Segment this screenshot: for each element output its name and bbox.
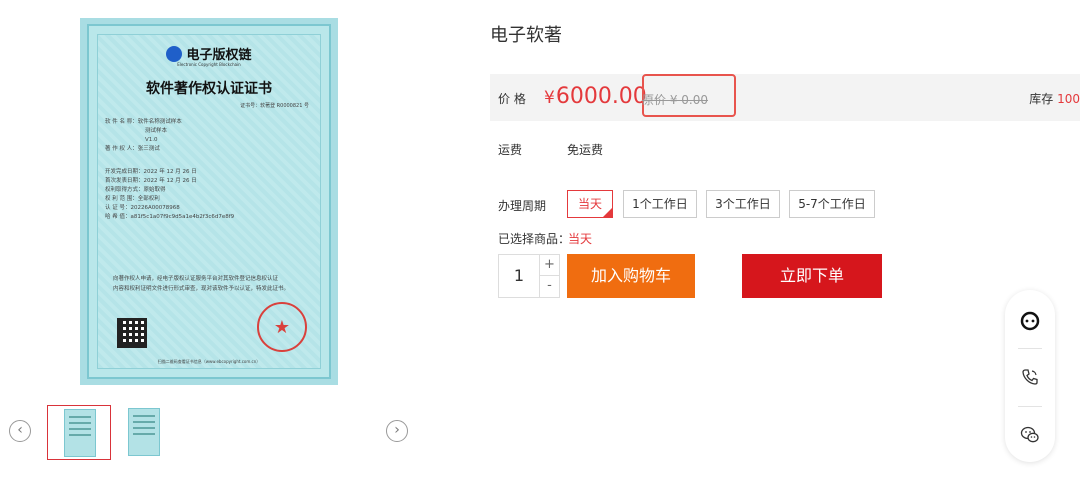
divider: [1018, 348, 1042, 349]
service-panel: [1005, 290, 1055, 462]
cycle-option-same-day[interactable]: 当天: [567, 190, 613, 218]
original-price: 原价 ¥ 0.00: [642, 93, 708, 107]
certificate-line: 软 件 名 称：软件名称测试样本: [105, 119, 182, 125]
certificate-line: 开发完成日期：2022 年 12 月 26 日: [105, 169, 197, 175]
product-title: 电子软著: [490, 25, 562, 46]
seal-stamp-icon: ★: [257, 302, 307, 352]
certificate-line: 权利取得方式：原始取得: [105, 187, 166, 193]
chevron-left-icon: ‹: [17, 422, 23, 438]
wechat-icon: [1020, 426, 1039, 443]
certificate-brand-text: 电子版权链: [186, 48, 252, 63]
certificate-body: 软 件 名 称：软件名称测试样本 测试样本 V1.0 著 作 权 人：张三测试 …: [105, 118, 313, 222]
cycle-label: 办理周期: [498, 199, 547, 213]
selected-value: 当天: [568, 232, 593, 246]
certificate-line: V1.0: [145, 137, 158, 143]
divider: [1018, 406, 1042, 407]
brand-logo-icon: [166, 46, 183, 62]
certificate-number: 证书号：软著登 R0000821 号: [240, 103, 309, 109]
chat-button[interactable]: [1005, 296, 1055, 346]
stock-value: 100: [1057, 92, 1080, 106]
add-to-cart-button[interactable]: 加入购物车: [567, 254, 695, 298]
price-bar: 价 格 ¥6000.00 原价 ¥ 0.00 库存 100: [490, 74, 1080, 121]
quantity-increase-button[interactable]: +: [539, 255, 559, 276]
certificate-bottom-note: 扫描二维码查看证书信息（www.ebcopyright.com.cn）: [157, 359, 261, 364]
certificate-line: 首次发表日期：2022 年 12 月 26 日: [105, 178, 197, 184]
certificate-line: 测试样本: [145, 128, 168, 134]
chat-bubble-icon: [1020, 311, 1040, 331]
certificate-line: 认 证 号：20226A00078968: [105, 205, 180, 211]
cycle-option-3-days[interactable]: 3个工作日: [706, 190, 780, 218]
certificate-brand: 电子版权链: [89, 44, 329, 63]
thumbnail-1[interactable]: [47, 405, 111, 460]
certificate-line: 哈 希 值：a81f5c1a07f9c9d5a1e4b2f3c6d7e8f9: [105, 214, 235, 220]
price-value: ¥6000.00: [544, 84, 647, 109]
gallery-prev-button[interactable]: ‹: [9, 420, 31, 442]
certificate-title: 软件著作权认证证书: [146, 81, 272, 97]
certificate-footer: 向著作权人申请，经电子版权认证服务平台对其软件登记信息权认证 内容和权利证明文件…: [113, 274, 313, 294]
shipping-label: 运费: [498, 143, 523, 157]
stock-label: 库存: [1029, 92, 1054, 106]
wechat-button[interactable]: [1005, 410, 1055, 460]
phone-icon: [1022, 369, 1038, 385]
certificate-footer-line: 向著作权人申请，经电子版权认证服务平台对其软件登记信息权认证: [113, 276, 279, 282]
selected-label: 已选择商品：: [498, 232, 571, 246]
price-amount: 6000.00: [555, 84, 647, 109]
certificate-line: 权 利 范 围：全部权利: [105, 196, 160, 202]
main-product-image: 电子版权链 Electronic Copyright Blockchain 软件…: [80, 18, 338, 385]
certificate-footer-line: 内容和权利证明文件进行形式审查，现对该软件予以认证，特发此证书。: [113, 286, 290, 292]
quantity-input[interactable]: 1: [499, 255, 539, 297]
quantity-stepper: 1 + -: [498, 254, 560, 298]
certificate-line: 著 作 权 人：张三测试: [105, 146, 160, 152]
thumbnail-image: [64, 409, 96, 457]
chevron-right-icon: ›: [394, 422, 400, 438]
currency-symbol: ¥: [544, 88, 555, 108]
qr-code-icon: [117, 318, 147, 348]
price-label: 价 格: [498, 92, 526, 106]
cycle-option-1-day[interactable]: 1个工作日: [623, 190, 697, 218]
thumbnail-2[interactable]: [112, 405, 176, 460]
quantity-decrease-button[interactable]: -: [539, 276, 559, 297]
product-page: 电子版权链 Electronic Copyright Blockchain 软件…: [0, 0, 1080, 488]
certificate-image: 电子版权链 Electronic Copyright Blockchain 软件…: [87, 24, 331, 379]
thumbnail-image: [128, 408, 160, 456]
cycle-option-5-7-days[interactable]: 5-7个工作日: [789, 190, 875, 218]
phone-button[interactable]: [1005, 352, 1055, 402]
buy-now-button[interactable]: 立即下单: [742, 254, 882, 298]
shipping-value: 免运费: [567, 143, 604, 157]
stock-info: 库存 100: [1029, 90, 1080, 107]
certificate-brand-sub: Electronic Copyright Blockchain: [177, 62, 241, 67]
gallery-next-button[interactable]: ›: [386, 420, 408, 442]
